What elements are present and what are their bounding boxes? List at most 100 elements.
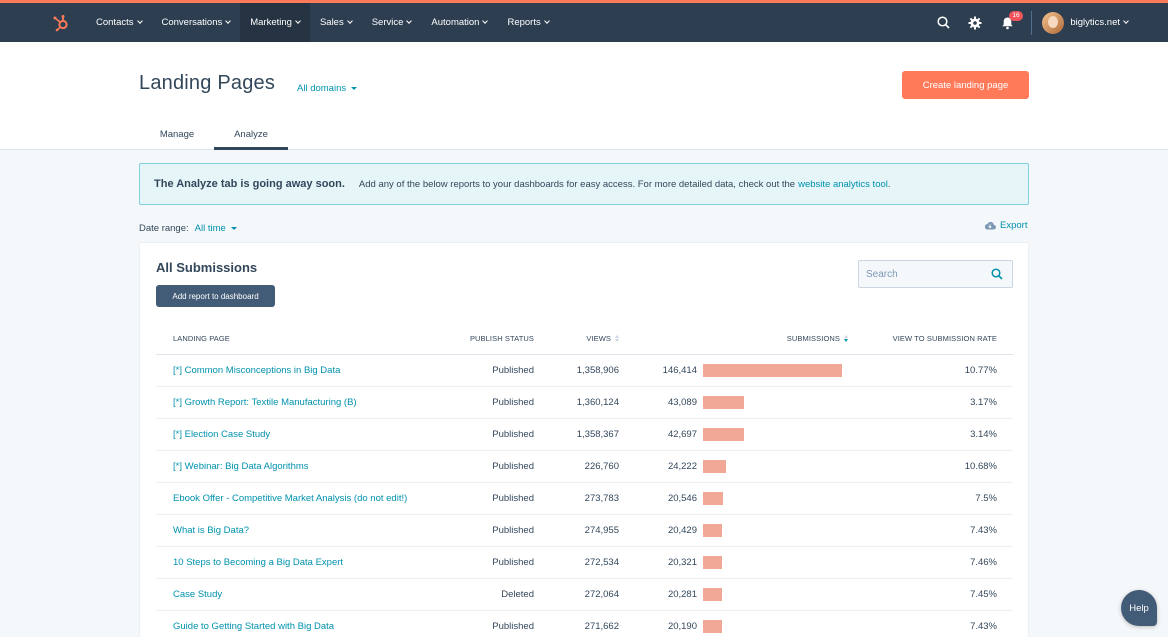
column-label: VIEW TO SUBMISSION RATE: [892, 334, 997, 343]
nav-item-conversations[interactable]: Conversations: [152, 3, 241, 42]
nav-item-label: Contacts: [96, 17, 134, 28]
landing-page-link[interactable]: [*] Common Misconceptions in Big Data: [173, 365, 340, 376]
notification-count-badge: 16: [1009, 11, 1023, 21]
website-analytics-link[interactable]: website analytics tool: [798, 179, 888, 190]
domain-filter-dropdown[interactable]: All domains: [297, 83, 358, 94]
chevron-down-icon: [406, 17, 413, 24]
column-header-publish-status[interactable]: PUBLISH STATUS: [470, 334, 534, 343]
page-tabs: Manage Analyze: [140, 118, 288, 150]
deprecation-alert: The Analyze tab is going away soon. Add …: [139, 163, 1029, 205]
nav-item-sales[interactable]: Sales: [310, 3, 362, 42]
views-value: 272,534: [584, 557, 619, 568]
table-row: Case Study Deleted 272,064 20,281 7.45%: [156, 579, 1013, 611]
chevron-down-icon: [1123, 17, 1129, 24]
nav-item-service[interactable]: Service: [362, 3, 422, 42]
submissions-bar: [703, 396, 744, 409]
chevron-down-icon: [225, 17, 232, 24]
chevron-down-icon: [346, 17, 353, 24]
nav-item-reports[interactable]: Reports: [497, 3, 558, 42]
report-title: All Submissions: [156, 260, 258, 275]
landing-page-link[interactable]: Case Study: [173, 589, 222, 600]
caret-down-icon: [351, 87, 358, 90]
submissions-bar: [703, 428, 744, 441]
submissions-bar: [703, 588, 722, 601]
table-row: [*] Common Misconceptions in Big Data Pub…: [156, 355, 1013, 387]
tab-manage[interactable]: Manage: [140, 118, 214, 150]
landing-page-link[interactable]: Ebook Offer - Competitive Market Analysi…: [173, 493, 407, 504]
landing-page-link[interactable]: [*] Election Case Study: [173, 429, 270, 440]
column-header-rate[interactable]: VIEW TO SUBMISSION RATE: [893, 334, 997, 343]
page-header: Landing Pages All domains Create landing…: [0, 42, 1168, 150]
nav-divider: [1031, 10, 1033, 35]
search-icon[interactable]: [927, 3, 959, 42]
search-input[interactable]: Search: [858, 260, 1013, 288]
submissions-value: 20,281: [667, 589, 697, 600]
nav-item-label: Automation: [431, 17, 480, 28]
help-button[interactable]: Help: [1121, 590, 1157, 626]
alert-body: Add any of the below reports to your das…: [358, 178, 796, 190]
notifications-bell-icon[interactable]: 16: [991, 3, 1023, 42]
nav-item-automation[interactable]: Automation: [421, 3, 497, 42]
chevron-down-icon: [482, 17, 489, 24]
landing-page-link[interactable]: 10 Steps to Becoming a Big Data Expert: [173, 557, 343, 568]
tab-analyze[interactable]: Analyze: [214, 118, 288, 150]
view-to-submission-rate: 7.46%: [970, 557, 997, 568]
nav-item-label: Reports: [507, 17, 541, 28]
nav-item-label: Service: [371, 17, 404, 28]
landing-page-link[interactable]: [*] Webinar: Big Data Algorithms: [173, 461, 309, 472]
submissions-bar: [703, 556, 722, 569]
landing-page-link[interactable]: Guide to Getting Started with Big Data: [173, 621, 334, 632]
landing-page-link[interactable]: What is Big Data?: [173, 525, 249, 536]
date-range-label: Date range:: [139, 223, 189, 234]
table-row: What is Big Data? Published 274,955 20,429 7…: [156, 515, 1013, 547]
publish-status: Published: [492, 365, 534, 376]
landing-page-link[interactable]: [*] Growth Report: Textile Manufacturing…: [173, 397, 357, 408]
table-row: [*] Growth Report: Textile Manufacturing…: [156, 387, 1013, 419]
date-range-dropdown[interactable]: All time: [195, 223, 237, 234]
publish-status: Published: [492, 429, 534, 440]
column-label: LANDING PAGE: [173, 334, 230, 343]
gear-icon[interactable]: [959, 3, 991, 42]
publish-status: Published: [492, 525, 534, 536]
table-row: Ebook Offer - Competitive Market Analysi…: [156, 483, 1013, 515]
views-value: 272,064: [584, 589, 619, 600]
account-name: biglytics.net: [1070, 17, 1120, 28]
alert-end: .: [887, 178, 891, 190]
hubspot-logo-icon[interactable]: [40, 3, 82, 42]
views-value: 271,662: [584, 621, 619, 632]
search-icon: [991, 268, 1003, 280]
domain-filter-label: All domains: [297, 83, 347, 94]
column-header-landing-page[interactable]: LANDING PAGE: [173, 334, 230, 343]
column-header-views[interactable]: VIEWS: [586, 334, 619, 343]
views-value: 226,760: [584, 461, 619, 472]
chevron-down-icon: [136, 17, 143, 24]
search-placeholder: Search: [866, 268, 898, 280]
export-label: Export: [1000, 220, 1028, 231]
submissions-value: 20,546: [667, 493, 697, 504]
export-button[interactable]: Export: [984, 220, 1027, 231]
table-row: Guide to Getting Started with Big Data Pu…: [156, 611, 1013, 637]
publish-status: Published: [492, 461, 534, 472]
account-menu[interactable]: biglytics.net: [1070, 17, 1129, 28]
view-to-submission-rate: 10.77%: [964, 365, 997, 376]
publish-status: Published: [492, 397, 534, 408]
nav-item-contacts[interactable]: Contacts: [86, 3, 152, 42]
view-to-submission-rate: 7.43%: [970, 525, 997, 536]
create-landing-page-button[interactable]: Create landing page: [902, 71, 1029, 99]
view-to-submission-rate: 7.5%: [975, 493, 997, 504]
publish-status: Published: [492, 621, 534, 632]
column-label: VIEWS: [586, 334, 611, 343]
top-nav: Contacts Conversations Marketing Sales Servi…: [0, 0, 1168, 42]
submissions-bar: [703, 364, 842, 377]
avatar[interactable]: [1042, 11, 1065, 34]
views-value: 274,955: [584, 525, 619, 536]
nav-item-marketing[interactable]: Marketing: [240, 3, 310, 42]
chevron-down-icon: [295, 17, 301, 24]
publish-status: Deleted: [501, 589, 534, 600]
date-range-value: All time: [194, 223, 226, 234]
view-to-submission-rate: 7.45%: [970, 589, 997, 600]
add-report-to-dashboard-button[interactable]: Add report to dashboard: [156, 285, 275, 307]
table-header: LANDING PAGE PUBLISH STATUS VIEWS SUBMIS…: [156, 329, 1013, 355]
nav-menu: Contacts Conversations Marketing Sales Servi…: [86, 3, 559, 42]
column-header-submissions[interactable]: SUBMISSIONS: [787, 334, 848, 343]
